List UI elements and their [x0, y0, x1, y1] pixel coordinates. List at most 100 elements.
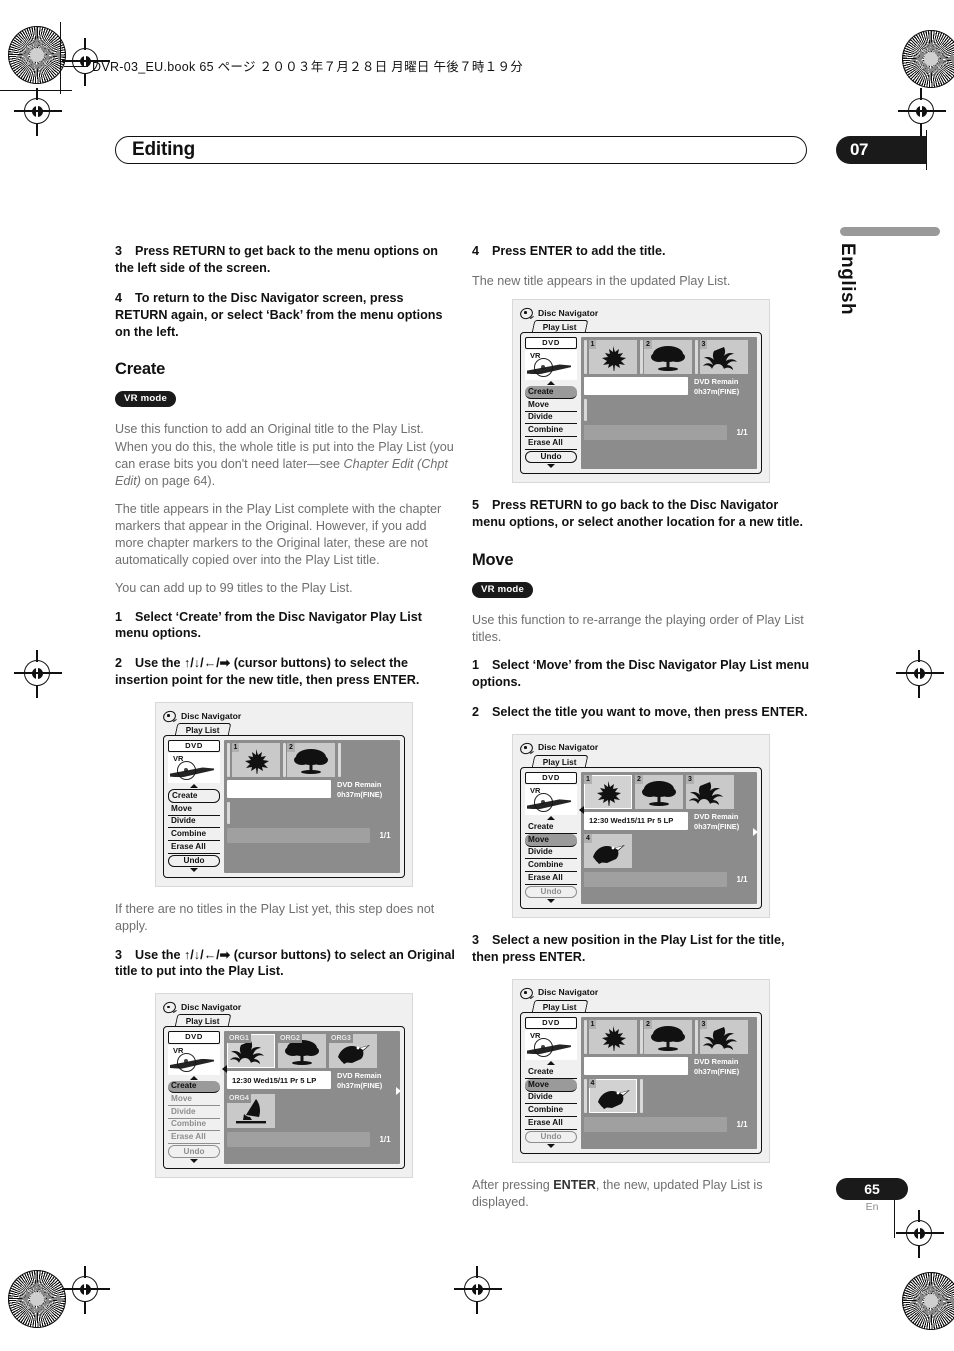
thumbnail-art-maple-leaf-icon	[587, 778, 629, 806]
menu-scroll-down-icon[interactable]	[190, 1158, 198, 1163]
scroll-right-caret-icon[interactable]	[753, 827, 758, 836]
vr-mode-badge: VR mode	[115, 390, 176, 408]
scroll-bar[interactable]	[584, 425, 727, 441]
menu-scroll-up-icon[interactable]	[547, 381, 555, 386]
thumbnail-slot[interactable]: 3	[695, 340, 748, 374]
thumbnail-slot[interactable]: 1	[584, 340, 637, 374]
menu-item-create[interactable]: Create	[168, 1080, 220, 1094]
thumbnail-org3[interactable]: ORG3	[329, 1034, 377, 1069]
scroll-bar[interactable]	[227, 1131, 370, 1147]
menu-item-undo[interactable]: Undo	[168, 854, 220, 868]
thumbnail-3[interactable]: 3	[699, 1019, 748, 1054]
thumbnail-1[interactable]: 1	[584, 774, 632, 809]
insertion-marker	[227, 743, 230, 777]
menu-scroll-up-icon[interactable]	[547, 1061, 555, 1066]
menu-item-create[interactable]: Create	[525, 386, 577, 400]
thumbnail-org4[interactable]: ORG4	[227, 1093, 275, 1128]
menu-item-create[interactable]: Create	[525, 1066, 577, 1080]
menu-item-undo[interactable]: Undo	[525, 450, 577, 464]
menu-item-divide[interactable]: Divide	[525, 1092, 577, 1105]
dvd-chip: DVD	[525, 771, 577, 785]
menu-item-move[interactable]: Move	[168, 803, 220, 816]
menu-scroll-down-icon[interactable]	[547, 1144, 555, 1149]
scroll-bar[interactable]	[584, 1117, 727, 1133]
registration-starburst-top-right	[902, 30, 954, 88]
thumbnail-3[interactable]: 3	[686, 774, 734, 809]
scroll-right-caret-icon[interactable]	[396, 1087, 401, 1096]
thumbnail-1[interactable]: 1	[588, 340, 637, 374]
menu-scroll-up-icon[interactable]	[190, 784, 198, 789]
menu-item-undo[interactable]: Undo	[525, 885, 577, 899]
menu-item-combine[interactable]: Combine	[525, 859, 577, 872]
thumbnail-slot[interactable]: 4	[584, 1079, 637, 1114]
step-text: Use the ↑/↓/←/➡ (cursor buttons) to sele…	[115, 656, 420, 688]
figure-disc-navigator-added-title: Disc Navigator Play List DVD VR Create M…	[512, 299, 770, 484]
figure-disc-navigator-move-position: Disc Navigator Play List DVD VR Create M…	[512, 978, 770, 1164]
menu-scroll-up-icon[interactable]	[547, 816, 555, 821]
menu-item-erase-all[interactable]: Erase All	[525, 437, 577, 450]
thumbnail-art-lily-icon	[702, 1023, 745, 1051]
remain-label: DVD Remain	[694, 811, 739, 821]
menu-item-move[interactable]: Move	[525, 1079, 577, 1092]
menu-item-move[interactable]: Move	[525, 399, 577, 412]
disc-navigator-icon	[161, 1000, 178, 1016]
page-indicator: 1/1	[736, 428, 748, 438]
menu-item-erase-all[interactable]: Erase All	[168, 1131, 220, 1145]
menu-item-create[interactable]: Create	[168, 789, 220, 804]
thumbnail-slot[interactable]: 1	[227, 743, 280, 777]
thumbnail-slot[interactable]: 1	[584, 1019, 637, 1054]
thumbnail-3[interactable]: 3	[699, 340, 748, 374]
menu-item-erase-all[interactable]: Erase All	[525, 872, 577, 885]
menu-item-erase-all[interactable]: Erase All	[168, 841, 220, 854]
screen-menu: DVD VR Create Move Divide Combine Erase …	[168, 1031, 220, 1163]
menu-item-undo[interactable]: Undo	[525, 1130, 577, 1144]
thumbnail-slot[interactable]: 2	[639, 1019, 692, 1054]
step-number: 1	[115, 609, 123, 624]
tab-play-list[interactable]: Play List	[531, 754, 589, 768]
menu-item-move[interactable]: Move	[168, 1093, 220, 1107]
step-number: 4	[115, 290, 123, 305]
thumbnail-1[interactable]: 1	[588, 1019, 637, 1054]
page-indicator: 1/1	[379, 831, 391, 841]
menu-item-combine[interactable]: Combine	[168, 828, 220, 842]
thumbnail-number: 3	[699, 340, 708, 350]
thumbnail-1[interactable]: 1	[231, 743, 280, 777]
thumbnail-2[interactable]: 2	[644, 340, 692, 374]
thumbnail-org2[interactable]: ORG2	[278, 1034, 326, 1069]
scroll-bar[interactable]	[584, 872, 727, 888]
thumbnail-2[interactable]: 2	[635, 774, 683, 809]
menu-item-divide[interactable]: Divide	[168, 1106, 220, 1119]
scroll-bar[interactable]	[227, 828, 370, 844]
thumbnail-4[interactable]: 4	[584, 834, 632, 869]
menu-item-erase-all[interactable]: Erase All	[525, 1117, 577, 1130]
create-paragraph-1: Use this function to add an Original tit…	[115, 421, 455, 490]
menu-item-combine[interactable]: Combine	[168, 1119, 220, 1132]
menu-item-divide[interactable]: Divide	[525, 412, 577, 425]
thumbnail-4[interactable]: 4	[588, 1079, 637, 1114]
menu-item-create[interactable]: Create	[525, 821, 577, 835]
menu-scroll-down-icon[interactable]	[547, 464, 555, 469]
menu-scroll-down-icon[interactable]	[190, 868, 198, 873]
registration-starburst-bottom-right	[902, 1272, 954, 1330]
menu-scroll-down-icon[interactable]	[547, 899, 555, 904]
thumbnail-2[interactable]: 2	[644, 1019, 692, 1054]
menu-item-divide[interactable]: Divide	[525, 847, 577, 860]
menu-item-divide[interactable]: Divide	[168, 816, 220, 829]
remain-value: 0h37m(FINE)	[694, 1066, 740, 1076]
screen-content-pane: 1 2	[581, 1016, 757, 1150]
registration-target-bottom-center	[454, 1266, 502, 1314]
menu-item-undo[interactable]: Undo	[168, 1145, 220, 1158]
menu-item-move[interactable]: Move	[525, 834, 577, 847]
thumbnail-org1[interactable]: ORG1	[227, 1034, 275, 1069]
tab-play-list[interactable]: Play List	[531, 999, 589, 1013]
thumbnail-slot[interactable]: 2	[639, 340, 692, 374]
thumbnail-2[interactable]: 2	[287, 743, 335, 777]
thumbnail-art-lily-icon	[702, 343, 745, 371]
thumbnail-slot[interactable]: 2	[282, 743, 335, 777]
thumbnail-number: 1	[584, 774, 592, 784]
menu-item-combine[interactable]: Combine	[525, 424, 577, 438]
menu-scroll-up-icon[interactable]	[190, 1075, 198, 1080]
create-step-3: 3 Use the ↑/↓/←/➡ (cursor buttons) to sel…	[115, 947, 455, 981]
thumbnail-slot[interactable]: 3	[695, 1019, 748, 1054]
menu-item-combine[interactable]: Combine	[525, 1104, 577, 1118]
